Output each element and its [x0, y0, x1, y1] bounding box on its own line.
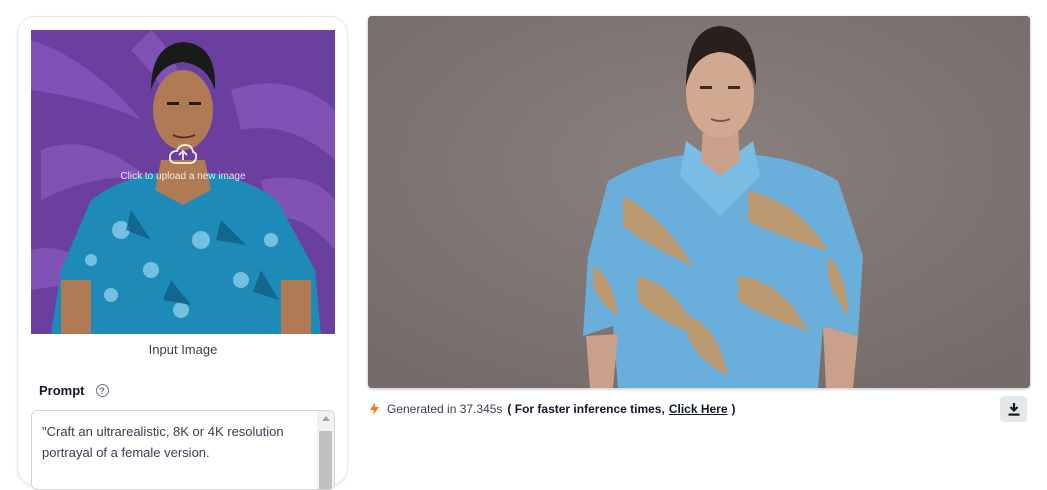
lightning-bolt-icon [370, 403, 379, 415]
prompt-textarea[interactable]: "Craft an ultrarealistic, 8K or 4K resol… [31, 410, 335, 490]
prompt-scrollbar[interactable] [317, 411, 334, 489]
scroll-up-arrow-icon[interactable] [322, 416, 330, 421]
question-circle-icon[interactable]: ? [95, 384, 109, 397]
upload-hint-text: Click to upload a new image [120, 170, 246, 182]
generated-image [368, 16, 1030, 388]
prompt-label-text: Prompt [39, 383, 85, 398]
prompt-text: "Craft an ultrarealistic, 8K or 4K resol… [42, 424, 284, 460]
download-button[interactable] [1000, 396, 1027, 422]
click-here-link[interactable]: Click Here [669, 402, 728, 416]
input-image-caption: Input Image [148, 342, 218, 357]
output-image [368, 16, 1030, 388]
generated-time-text: Generated in 37.345s [387, 402, 503, 416]
faster-inference-text: ( For faster inference times, [507, 402, 665, 416]
download-icon [1008, 402, 1019, 416]
upload-overlay: Click to upload a new image [31, 30, 335, 334]
cloud-upload-icon [168, 143, 198, 164]
generation-status: Generated in 37.345s ( For faster infere… [370, 400, 736, 418]
input-image-upload[interactable]: Click to upload a new image [31, 30, 335, 334]
input-panel: Click to upload a new image Input Image … [17, 16, 348, 490]
prompt-label: Prompt ? [39, 383, 109, 398]
faster-inference-suffix: ) [731, 402, 736, 416]
